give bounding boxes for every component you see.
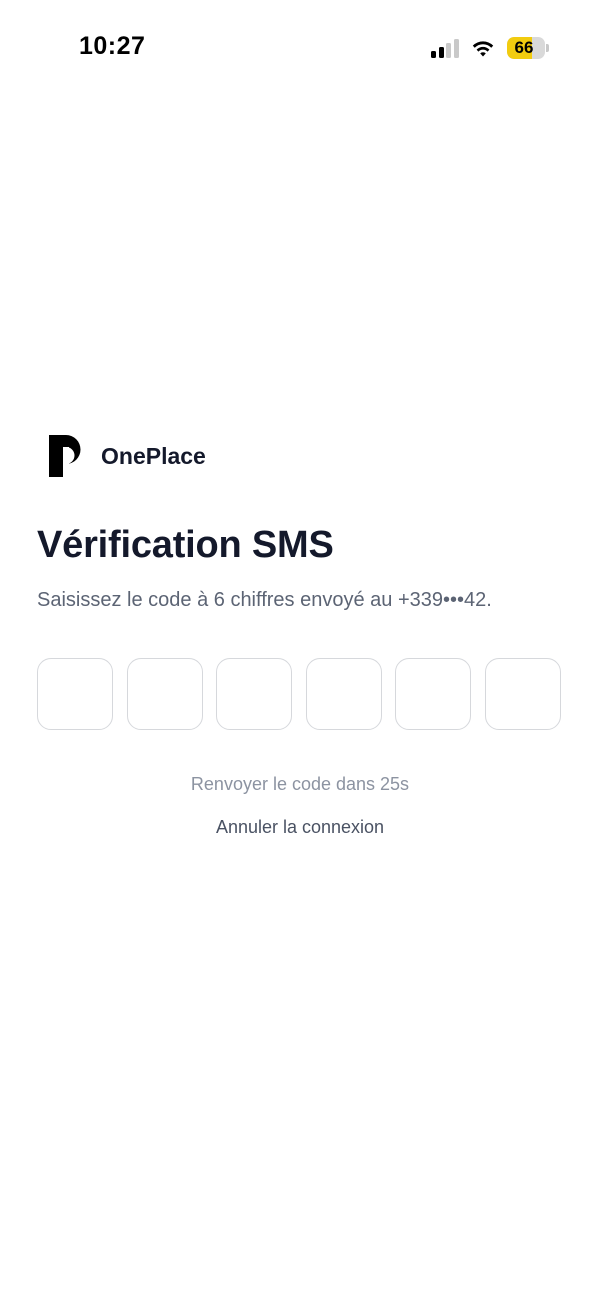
page-title: Vérification SMS [37,524,334,566]
sms-code-input-group [37,658,564,732]
code-digit-input-1[interactable] [37,658,113,730]
code-digit-input-5[interactable] [395,658,471,730]
oneplace-logo-icon [49,435,81,477]
code-digit-input-6[interactable] [485,658,561,730]
battery-level: 66 [514,38,534,57]
wifi-icon [472,41,494,57]
code-digit-input-4[interactable] [306,658,382,730]
signal-bar-3 [446,43,451,58]
cancel-login-link[interactable]: Annuler la connexion [0,817,600,838]
cellular-signal-icon [431,38,461,58]
signal-bar-1 [431,51,436,58]
status-bar: 10:27 66 [0,0,600,96]
signal-bar-2 [438,47,444,58]
battery-icon: 66 [507,37,545,59]
battery-cap [546,44,549,52]
page-subtitle: Saisissez le code à 6 chiffres envoyé au… [37,589,492,611]
code-digit-input-2[interactable] [127,658,203,730]
signal-bar-4 [453,39,459,58]
brand-name: OnePlace [101,442,206,469]
code-digit-input-3[interactable] [216,658,292,730]
resend-code-countdown: Renvoyer le code dans 25s [190,774,410,794]
status-time: 10:27 [79,32,146,60]
brand: OnePlace [49,434,206,478]
